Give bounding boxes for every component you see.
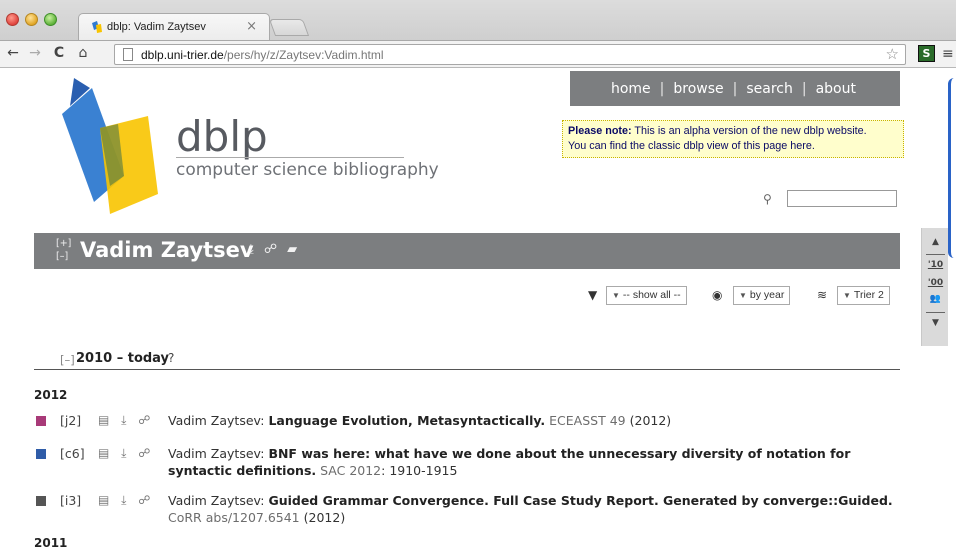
year-heading: 2011 xyxy=(34,536,68,550)
chevron-down-icon: ▼ xyxy=(612,291,620,300)
jump-2010[interactable]: '10 xyxy=(922,260,949,270)
note-line1: This is an alpha version of the new dblp… xyxy=(634,125,867,137)
coauthors-icon[interactable]: 👥 xyxy=(922,294,949,304)
alpha-note: Please note: This is an alpha version of… xyxy=(562,120,904,158)
expand-collapse-toggle[interactable]: [+] [–] xyxy=(56,237,71,263)
logo-subtitle: computer science bibliography xyxy=(176,160,439,180)
new-tab-button[interactable] xyxy=(268,19,310,36)
informal-type-icon xyxy=(36,496,46,506)
jump-top-icon[interactable]: ▲ xyxy=(922,237,949,247)
extension-icon[interactable]: S xyxy=(918,45,935,62)
dblp-logo-icon[interactable] xyxy=(60,76,170,214)
mirror-select[interactable]: ▼ Trier 2 xyxy=(837,286,890,305)
minimize-window-button[interactable] xyxy=(25,13,38,26)
view-select[interactable]: ▼ by year xyxy=(733,286,791,305)
view-value: by year xyxy=(749,289,785,301)
entry-key: [j2] xyxy=(60,413,82,428)
home-icon[interactable]: ⌂ xyxy=(74,45,92,61)
browser-toolbar: ← → C ⌂ dblp.uni-trier.de/pers/hy/z/Zayt… xyxy=(0,40,956,68)
journal-type-icon xyxy=(36,416,46,426)
maximize-window-button[interactable] xyxy=(44,13,57,26)
entry-venue[interactable]: CoRR abs/1207.6541 xyxy=(168,510,300,525)
view-controls: ▼ ▼ -- show all -- ◉ ▼ by year ≋ ▼ Trier 2 xyxy=(588,286,900,306)
url-text: dblp.uni-trier.de/pers/hy/z/Zaytsev:Vadi… xyxy=(141,48,384,62)
collapse-all-toggle[interactable]: [–] xyxy=(56,250,71,263)
expand-all-toggle[interactable]: [+] xyxy=(56,237,71,250)
nav-separator: | xyxy=(732,80,738,97)
eye-icon: ◉ xyxy=(712,288,723,302)
section-title: 2010 – today xyxy=(76,351,170,366)
person-name: Vadim Zaytsev xyxy=(80,238,254,262)
nav-about[interactable]: about xyxy=(816,81,856,97)
top-navigation: home | browse | search | about xyxy=(570,71,900,106)
year-heading: 2012 xyxy=(34,388,68,402)
filter-value: -- show all -- xyxy=(622,289,681,301)
entry-author[interactable]: Vadim Zaytsev: xyxy=(168,493,264,508)
url-host: dblp.uni-trier.de xyxy=(141,48,224,62)
browser-tab[interactable]: dblp: Vadim Zaytsev × xyxy=(78,13,270,41)
section-collapse-toggle[interactable]: [–] xyxy=(60,353,75,367)
person-header: [+] [–] Vadim Zaytsev ⤓ ☍ ▰ xyxy=(34,233,900,269)
address-bar[interactable]: dblp.uni-trier.de/pers/hy/z/Zaytsev:Vadi… xyxy=(114,44,906,65)
jump-2000[interactable]: '00 xyxy=(922,278,949,288)
jump-sidebar: ▲ '10 '00 👥 ▼ xyxy=(921,228,948,346)
sidebar-divider xyxy=(926,254,945,255)
bookmark-star-icon[interactable]: ☆ xyxy=(886,45,899,63)
section-header: [–] 2010 – today ? xyxy=(34,350,900,370)
entry-key: [c6] xyxy=(60,446,85,461)
jump-bottom-icon[interactable]: ▼ xyxy=(922,318,949,328)
sidebar-divider xyxy=(926,312,945,313)
nav-separator: | xyxy=(801,80,807,97)
nav-search[interactable]: search xyxy=(746,81,793,97)
mirror-value: Trier 2 xyxy=(853,289,884,301)
entry-citation: Vadim Zaytsev: BNF was here: what have w… xyxy=(168,445,900,479)
nav-browse[interactable]: browse xyxy=(673,81,723,97)
person-action-icons[interactable]: ⤓ ☍ ▰ xyxy=(248,242,300,257)
entry-venue[interactable]: ECEASST 49 xyxy=(549,413,625,428)
note-line2[interactable]: You can find the classic dblp view of th… xyxy=(568,140,815,152)
forward-icon[interactable]: → xyxy=(26,45,44,61)
browser-menu-icon[interactable]: ≡ xyxy=(942,46,954,62)
close-window-button[interactable] xyxy=(6,13,19,26)
filter-select[interactable]: ▼ -- show all -- xyxy=(606,286,687,305)
chevron-down-icon: ▼ xyxy=(739,291,747,300)
chevron-down-icon: ▼ xyxy=(843,291,851,300)
entry-action-icons[interactable]: ▤ ⤓ ☍ xyxy=(98,412,154,429)
entry-pages: : 1910-1915 xyxy=(381,463,458,478)
entry-title: BNF was here: what have we done about th… xyxy=(168,446,851,478)
conference-type-icon xyxy=(36,449,46,459)
tab-title: dblp: Vadim Zaytsev xyxy=(107,21,206,33)
entry-year: (2012) xyxy=(629,413,672,428)
help-icon[interactable]: ? xyxy=(168,351,174,365)
page-icon xyxy=(123,48,133,61)
entry-action-icons[interactable]: ▤ ⤓ ☍ xyxy=(98,445,154,462)
entry-key: [i3] xyxy=(60,493,82,508)
entry-author[interactable]: Vadim Zaytsev: xyxy=(168,446,264,461)
entry-title: Guided Grammar Convergence. Full Case St… xyxy=(268,493,893,508)
entry-venue[interactable]: SAC 2012 xyxy=(320,463,381,478)
filter-icon: ▼ xyxy=(588,288,598,302)
nav-separator: | xyxy=(659,80,665,97)
entry-action-icons[interactable]: ▤ ⤓ ☍ xyxy=(98,492,154,509)
dblp-favicon-icon xyxy=(92,21,102,33)
entry-author[interactable]: Vadim Zaytsev: xyxy=(168,413,264,428)
back-icon[interactable]: ← xyxy=(4,45,22,61)
tab-bar: dblp: Vadim Zaytsev × xyxy=(0,0,956,41)
url-path: /pers/hy/z/Zaytsev:Vadim.html xyxy=(223,48,384,62)
logo-title: dblp xyxy=(176,112,268,161)
entry-citation: Vadim Zaytsev: Language Evolution, Metas… xyxy=(168,412,900,429)
search-input[interactable] xyxy=(787,190,897,207)
entry-year: (2012) xyxy=(303,510,346,525)
scroll-accent xyxy=(948,78,956,258)
database-icon: ≋ xyxy=(817,288,828,302)
person-search-icon: ⚲ xyxy=(763,192,772,206)
nav-home[interactable]: home xyxy=(611,81,651,97)
reload-icon[interactable]: C xyxy=(50,45,68,61)
tab-close-icon[interactable]: × xyxy=(246,19,257,34)
entry-citation: Vadim Zaytsev: Guided Grammar Convergenc… xyxy=(168,492,900,526)
entry-title: Language Evolution, Metasyntactically. xyxy=(268,413,546,428)
page-viewport: home | browse | search | about dblp comp… xyxy=(0,68,956,552)
note-label: Please note: xyxy=(568,125,632,137)
logo-divider xyxy=(176,157,404,158)
